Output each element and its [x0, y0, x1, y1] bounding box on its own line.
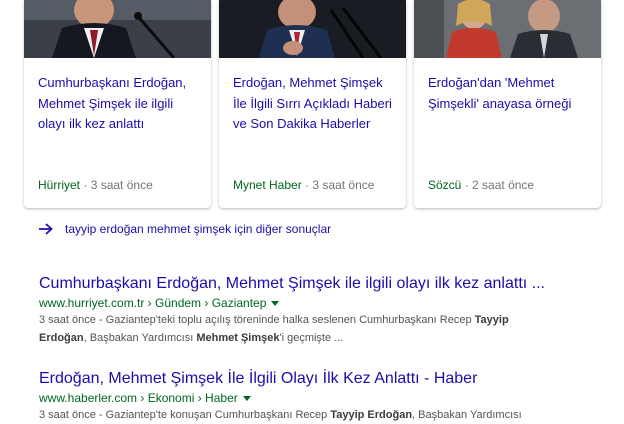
- snippet-highlight: Tayyip Erdoğan: [330, 409, 413, 421]
- search-result-2-title[interactable]: Erdoğan, Mehmet Şimşek İle İlgili Olayı …: [39, 369, 614, 389]
- news-card-1-time: 3 saat önce: [90, 178, 153, 192]
- news-card-2[interactable]: Erdoğan, Mehmet Şimşek İle İlgili Sırrı …: [219, 0, 406, 208]
- search-result-1: Cumhurbaşkanı Erdoğan, Mehmet Şimşek ile…: [39, 274, 614, 347]
- snippet-highlight: Mehmet Şimşek: [196, 332, 280, 344]
- snippet-highlight: Erdoğan: [39, 332, 84, 344]
- snippet-text: , Başbakan Yardımcısı: [83, 332, 197, 344]
- snippet-line-1: 3 saat önce - Gaziantep'te konuşan Cumhu…: [39, 406, 614, 424]
- arrow-right-icon: [39, 223, 53, 235]
- search-result-1-url-text: www.hurriyet.com.tr › Gündem › Gaziantep: [39, 296, 267, 310]
- separator-dot: ·: [464, 178, 473, 192]
- snippet-age: 3 saat önce: [39, 314, 96, 326]
- snippet-line-1: 3 saat önce - Gaziantep'teki toplu açılı…: [39, 311, 614, 329]
- news-card-2-meta: Mynet Haber · 3 saat önce: [233, 178, 374, 192]
- news-card-2-source: Mynet Haber: [233, 178, 302, 192]
- caret-down-icon[interactable]: [242, 396, 251, 402]
- search-result-2-url: www.haberler.com › Ekonomi › Haber: [39, 390, 614, 406]
- news-card-1-source: Hürriyet: [38, 178, 81, 192]
- search-result-1-snippet: 3 saat önce - Gaziantep'teki toplu açılı…: [39, 311, 614, 347]
- search-result-2-snippet: 3 saat önce - Gaziantep'te konuşan Cumhu…: [39, 406, 614, 424]
- news-card-2-image[interactable]: [219, 0, 406, 58]
- snippet-line-2: Erdoğan, Başbakan Yardımcısı Mehmet Şimş…: [39, 329, 614, 347]
- news-card-3-time: 2 saat önce: [472, 178, 535, 192]
- news-card-2-time: 3 saat önce: [312, 178, 375, 192]
- news-card-3-image[interactable]: [414, 0, 601, 58]
- news-card-3-title[interactable]: Erdoğan'dan 'Mehmet Şimşekli' anayasa ör…: [428, 73, 589, 114]
- snippet-text: , Başbakan Yardımcısı: [412, 409, 522, 421]
- news-card-1[interactable]: Cumhurbaşkanı Erdoğan, Mehmet Şimşek ile…: [24, 0, 211, 208]
- search-result-1-url: www.hurriyet.com.tr › Gündem › Gaziantep: [39, 295, 614, 311]
- news-card-2-title[interactable]: Erdoğan, Mehmet Şimşek İle İlgili Sırrı …: [233, 73, 394, 135]
- news-card-1-image[interactable]: [24, 0, 211, 58]
- snippet-text: - Gaziantep'teki toplu açılış töreninde …: [95, 314, 475, 326]
- news-card-1-title[interactable]: Cumhurbaşkanı Erdoğan, Mehmet Şimşek ile…: [38, 73, 199, 135]
- search-result-2-url-text: www.haberler.com › Ekonomi › Haber: [39, 391, 238, 405]
- news-card-3-meta: Sözcü · 2 saat önce: [428, 178, 534, 192]
- news-card-1-meta: Hürriyet · 3 saat önce: [38, 178, 153, 192]
- snippet-text: - Gaziantep'te konuşan Cumhurbaşkanı Rec…: [95, 409, 331, 421]
- news-card-3-source: Sözcü: [428, 178, 462, 192]
- snippet-highlight: Tayyip: [474, 314, 509, 326]
- caret-down-icon[interactable]: [271, 301, 280, 307]
- snippet-age: 3 saat önce: [39, 409, 96, 421]
- search-result-1-title[interactable]: Cumhurbaşkanı Erdoğan, Mehmet Şimşek ile…: [39, 274, 614, 294]
- more-results-link[interactable]: tayyip erdoğan mehmet şimşek için diğer …: [39, 220, 331, 238]
- snippet-text: 'i geçmişte ...: [279, 332, 344, 344]
- more-results-label: tayyip erdoğan mehmet şimşek için diğer …: [65, 222, 332, 236]
- news-card-3[interactable]: Erdoğan'dan 'Mehmet Şimşekli' anayasa ör…: [414, 0, 601, 208]
- separator-dot: ·: [83, 178, 91, 192]
